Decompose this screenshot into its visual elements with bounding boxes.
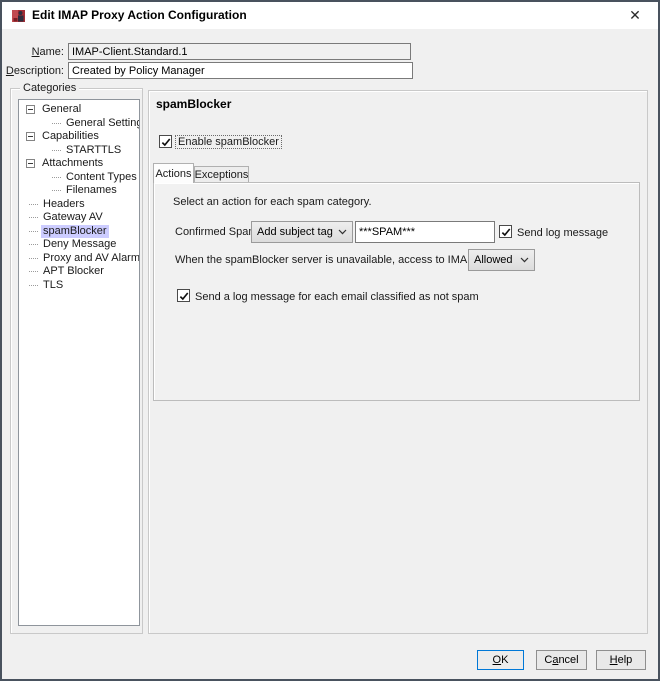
tree-item-label: General Settings bbox=[66, 116, 140, 129]
check-icon bbox=[161, 137, 170, 146]
tree-connector bbox=[52, 190, 61, 192]
tree-connector bbox=[29, 271, 38, 273]
tree-item-label: Headers bbox=[43, 197, 85, 210]
server-unavailable-label: When the spamBlocker server is unavailab… bbox=[175, 254, 515, 266]
tree-item-label: Proxy and AV Alarms bbox=[43, 251, 140, 264]
confirmed-spam-label: Confirmed Spam: bbox=[175, 226, 261, 238]
tree-item-attachments[interactable]: Attachments bbox=[19, 157, 139, 171]
tree-connector bbox=[29, 230, 38, 232]
tree-item-capabilities[interactable]: Capabilities bbox=[19, 130, 139, 144]
tree-item-label: Content Types bbox=[66, 170, 137, 183]
confirmed-spam-action-value: Add subject tag bbox=[257, 226, 333, 238]
close-icon[interactable]: ✕ bbox=[620, 2, 650, 29]
tree-connector bbox=[29, 257, 38, 259]
description-label: Description: bbox=[5, 65, 64, 77]
tree-item-deny-message[interactable]: Deny Message bbox=[19, 238, 139, 252]
tab-actions[interactable]: Actions bbox=[153, 163, 194, 183]
categories-group-label: Categories bbox=[20, 82, 80, 94]
intro-text: Select an action for each spam category. bbox=[173, 196, 372, 208]
tree-item-label: Capabilities bbox=[42, 130, 99, 143]
tree-item-label: spamBlocker bbox=[41, 224, 109, 238]
tree-item-headers[interactable]: Headers bbox=[19, 198, 139, 212]
chevron-down-icon bbox=[520, 257, 529, 263]
category-settings-panel: spamBlocker Enable spamBlocker Actions E… bbox=[148, 90, 648, 634]
tree-item-label: APT Blocker bbox=[43, 265, 104, 278]
panel-heading: spamBlocker bbox=[156, 97, 232, 111]
tree-connector bbox=[29, 244, 38, 246]
tree-connector bbox=[29, 284, 38, 286]
tree-item-starttls[interactable]: STARTTLS bbox=[19, 144, 139, 158]
tree-connector bbox=[52, 122, 61, 124]
chevron-down-icon bbox=[338, 229, 347, 235]
send-log-message-label: Send log message bbox=[517, 227, 609, 239]
enable-spamblocker-label: Enable spamBlocker bbox=[175, 135, 282, 149]
check-icon bbox=[179, 291, 188, 300]
tree-item-label: Attachments bbox=[42, 157, 104, 170]
tree-item-label: Deny Message bbox=[43, 238, 117, 251]
help-button[interactable]: Help bbox=[596, 650, 646, 670]
description-field[interactable] bbox=[68, 62, 413, 79]
tree-item-label: Filenames bbox=[66, 184, 117, 197]
tree-item-label: TLS bbox=[43, 278, 64, 291]
app-icon bbox=[12, 10, 25, 22]
spam-tag-input[interactable] bbox=[355, 221, 495, 243]
not-spam-log-checkbox[interactable] bbox=[177, 289, 190, 302]
categories-tree[interactable]: General General Settings Capabilities START… bbox=[18, 99, 140, 626]
collapse-minus-icon[interactable] bbox=[26, 105, 35, 115]
tree-item-spamblocker[interactable]: spamBlocker bbox=[19, 224, 139, 239]
enable-spamblocker-checkbox[interactable] bbox=[159, 135, 172, 148]
tree-item-filenames[interactable]: Filenames bbox=[19, 184, 139, 198]
confirmed-spam-action-select[interactable]: Add subject tag bbox=[251, 221, 353, 243]
actions-tab-panel: Select an action for each spam category.… bbox=[153, 182, 640, 401]
tree-item-label: General bbox=[42, 103, 82, 116]
check-icon bbox=[501, 227, 510, 236]
tree-item-tls[interactable]: TLS bbox=[19, 279, 139, 293]
tree-item-label: STARTTLS bbox=[66, 143, 122, 156]
tree-connector bbox=[29, 203, 38, 205]
dialog-edit-imap-proxy-action: Edit IMAP Proxy Action Configuration ✕ N… bbox=[0, 0, 660, 681]
send-log-message-checkbox[interactable] bbox=[499, 225, 512, 238]
tree-connector bbox=[52, 149, 61, 151]
tree-item-content-types[interactable]: Content Types bbox=[19, 171, 139, 185]
tree-item-gateway-av[interactable]: Gateway AV bbox=[19, 211, 139, 225]
name-label: Name: bbox=[31, 46, 64, 58]
ok-button[interactable]: OK bbox=[477, 650, 524, 670]
server-unavailable-value: Allowed bbox=[474, 254, 513, 266]
server-unavailable-select[interactable]: Allowed bbox=[468, 249, 535, 271]
tree-connector bbox=[29, 217, 38, 219]
cancel-button[interactable]: Ca ncel bbox=[536, 650, 587, 670]
collapse-minus-icon[interactable] bbox=[26, 159, 35, 169]
tree-connector bbox=[52, 176, 61, 178]
tab-exceptions[interactable]: Exceptions bbox=[194, 166, 249, 183]
tree-item-proxy-and-av-alarms[interactable]: Proxy and AV Alarms bbox=[19, 252, 139, 266]
window-title: Edit IMAP Proxy Action Configuration bbox=[32, 8, 247, 22]
not-spam-log-label: Send a log message for each email classi… bbox=[195, 291, 479, 303]
name-field[interactable] bbox=[68, 43, 411, 60]
collapse-minus-icon[interactable] bbox=[26, 132, 35, 142]
tree-item-apt-blocker[interactable]: APT Blocker bbox=[19, 265, 139, 279]
tree-item-general-settings[interactable]: General Settings bbox=[19, 117, 139, 131]
title-bar: Edit IMAP Proxy Action Configuration ✕ bbox=[2, 2, 658, 29]
tree-item-label: Gateway AV bbox=[43, 211, 103, 224]
tree-item-general[interactable]: General bbox=[19, 103, 139, 117]
